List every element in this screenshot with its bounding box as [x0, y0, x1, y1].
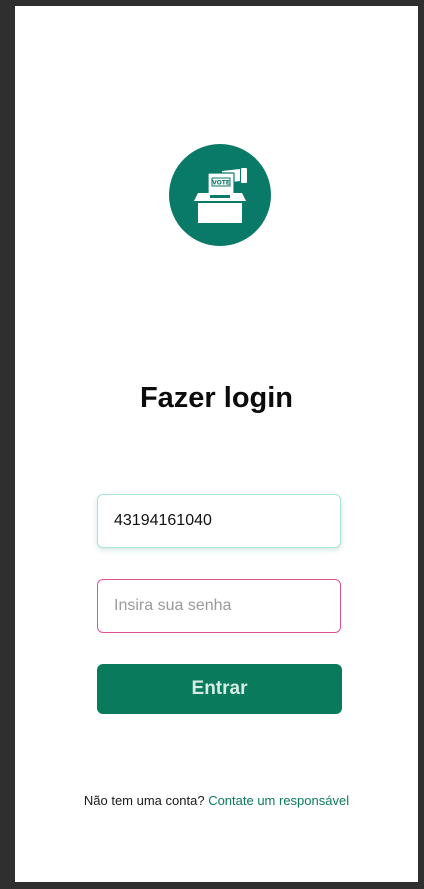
- cpf-input[interactable]: [97, 494, 341, 548]
- login-screen: VOTE Fazer login Entrar Não tem uma cont…: [15, 6, 418, 882]
- signup-prompt-text: Não tem uma conta?: [83, 793, 205, 808]
- page-title: Fazer login: [139, 382, 294, 414]
- login-button[interactable]: Entrar: [97, 664, 342, 714]
- ballot-box-icon: VOTE: [169, 144, 271, 246]
- signup-prompt: Não tem uma conta? Contate um responsáve…: [15, 793, 418, 808]
- contact-link[interactable]: Contate um responsável: [208, 793, 349, 808]
- vote-badge: VOTE: [212, 180, 230, 187]
- password-input[interactable]: [97, 579, 341, 633]
